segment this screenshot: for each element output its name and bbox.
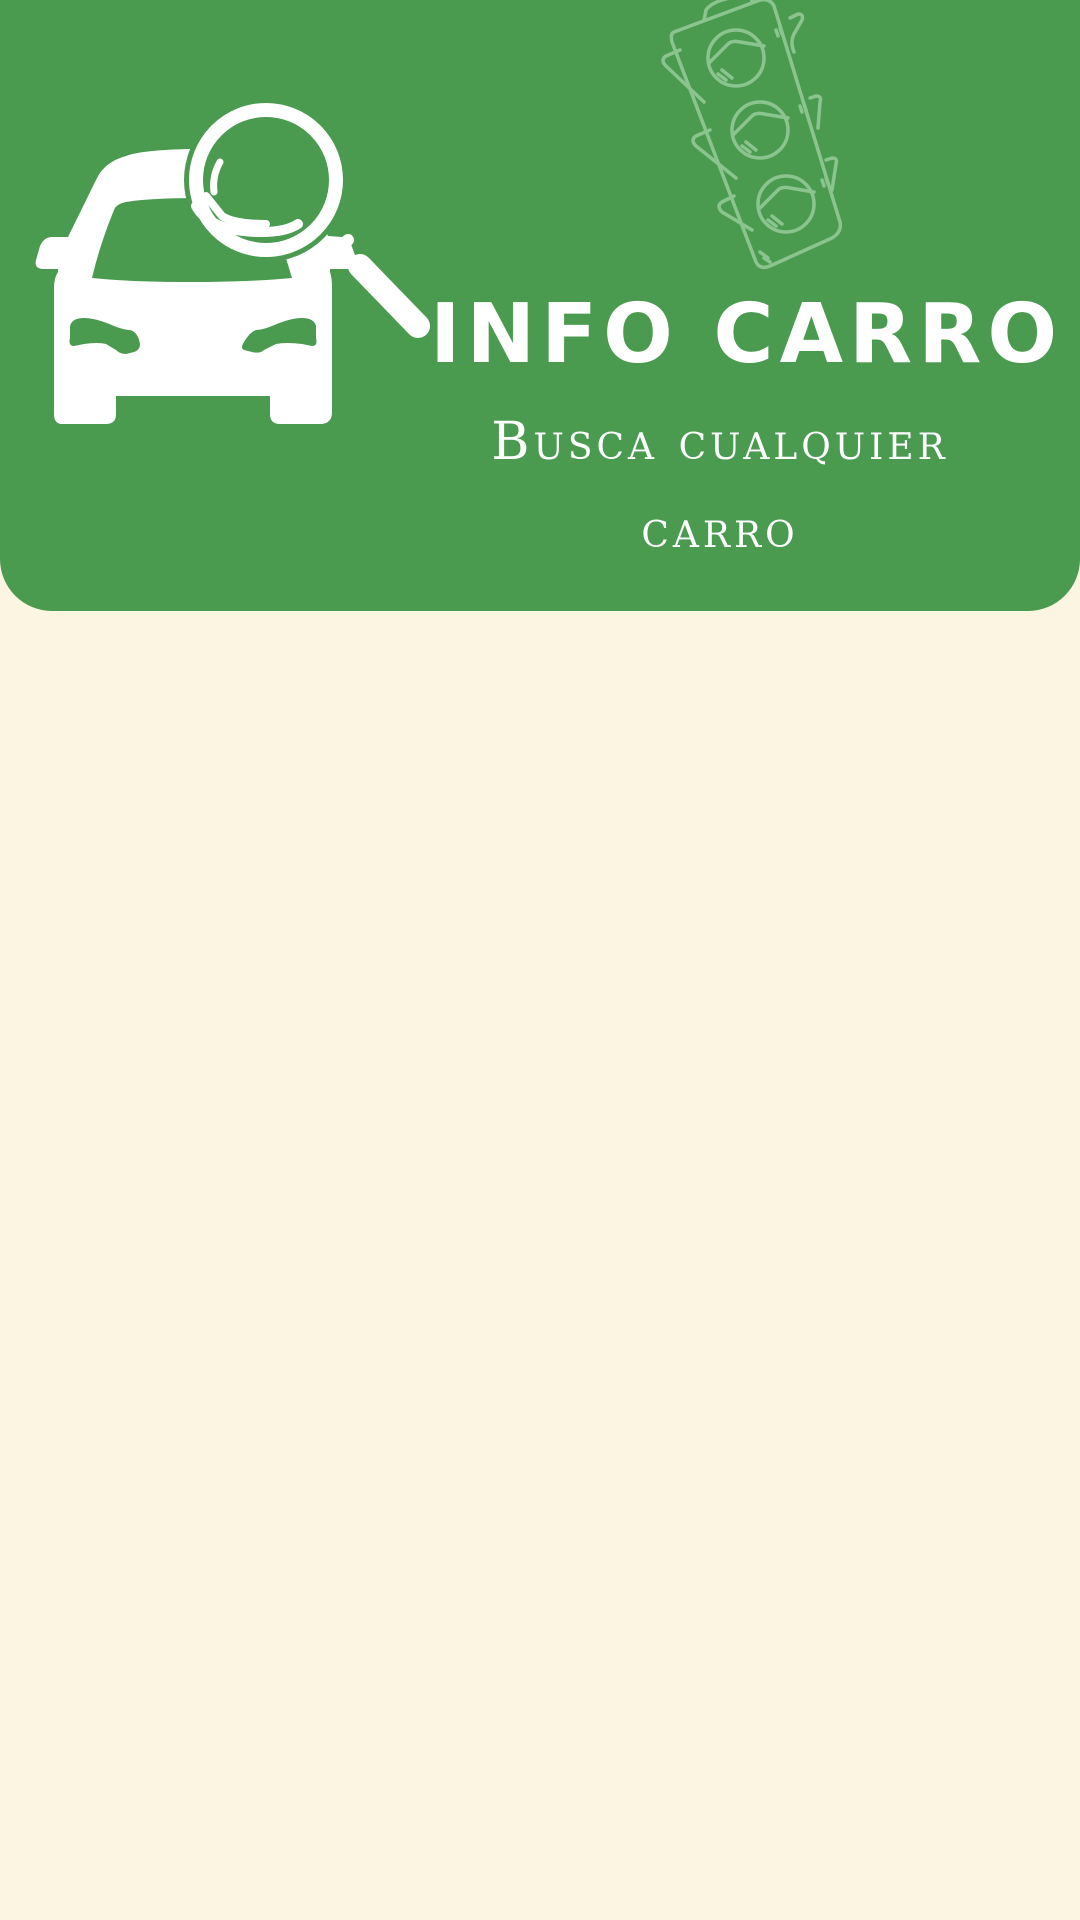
car-search-icon [35, 98, 430, 424]
app-subtitle: Busca cualquier carro [491, 412, 949, 560]
header-banner: INFO CARRO Busca cualquier carro [0, 0, 1080, 611]
app-screen: INFO CARRO Busca cualquier carro [0, 0, 1080, 1920]
content-area [0, 611, 1080, 1920]
app-title: INFO CARRO [430, 287, 1064, 382]
traffic-light-icon [661, 0, 843, 270]
